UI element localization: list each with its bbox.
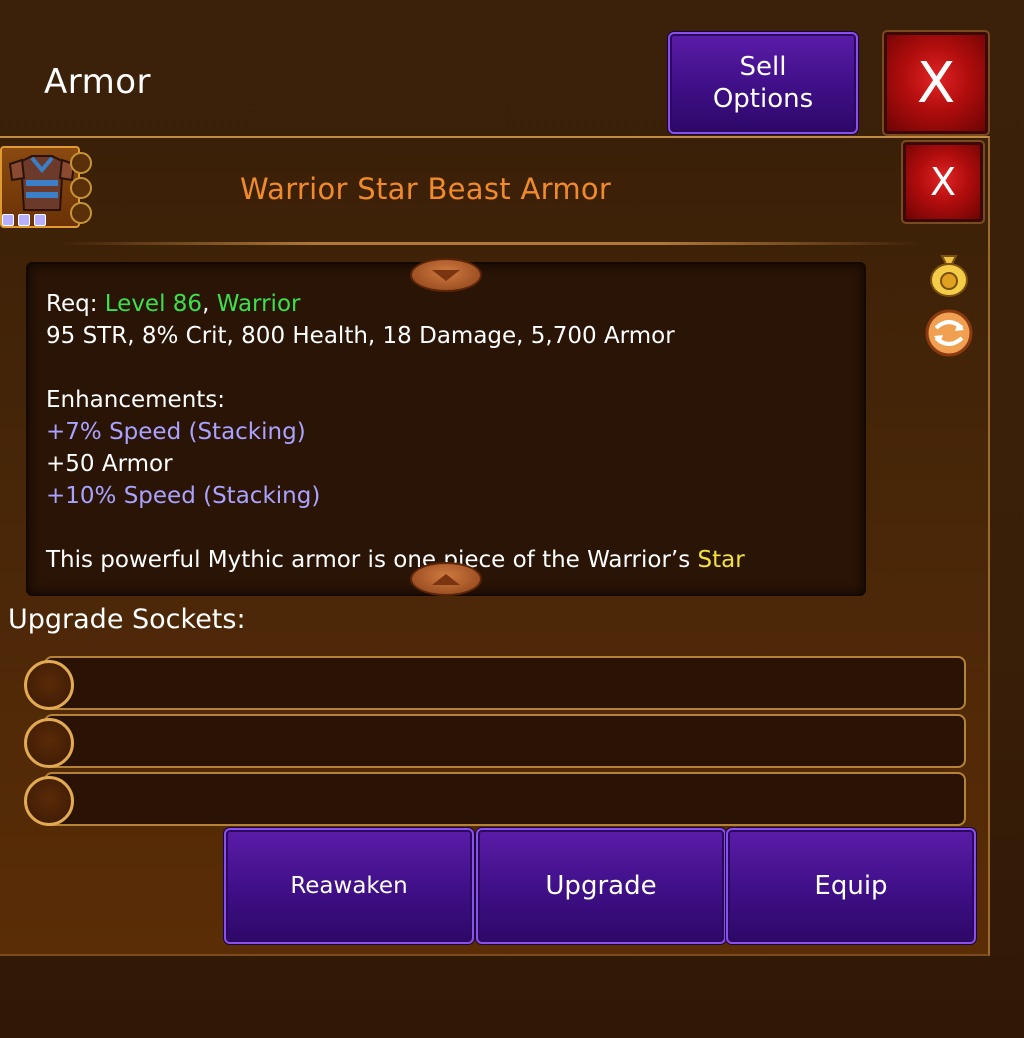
reawaken-button[interactable]: Reawaken xyxy=(224,828,474,944)
swap-icon[interactable] xyxy=(924,308,974,358)
armor-screen: Armor Sell Options X Warrior Star Beast … xyxy=(0,0,1024,1038)
upgrade-sockets-label: Upgrade Sockets: xyxy=(8,604,246,635)
enhancements-heading: Enhancements: xyxy=(46,387,226,413)
socket-slot[interactable] xyxy=(44,656,966,710)
gold-bag-icon[interactable] xyxy=(924,250,974,300)
req-class: Warrior xyxy=(216,291,301,317)
req-level: Level 86 xyxy=(104,291,203,317)
item-socket-dot xyxy=(70,202,92,224)
req-label: Req: xyxy=(46,291,105,317)
upgrade-button[interactable]: Upgrade xyxy=(476,828,726,944)
close-screen-button[interactable]: X xyxy=(882,30,990,136)
socket-slot[interactable] xyxy=(44,772,966,826)
close-icon: X xyxy=(916,50,956,116)
chevron-up-icon xyxy=(432,574,460,585)
item-name: Warrior Star Beast Armor xyxy=(240,172,612,206)
scroll-down-button[interactable] xyxy=(410,562,482,596)
chevron-down-icon xyxy=(432,270,460,281)
enhancement-item: +7% Speed (Stacking) xyxy=(46,419,306,445)
item-socket-dot xyxy=(70,177,92,199)
flavor-text: This powerful Mythic armor is one piece … xyxy=(46,547,698,573)
socket-icon xyxy=(24,660,74,710)
socket-icon xyxy=(24,776,74,826)
stats-line: 95 STR, 8% Crit, 800 Health, 18 Damage, … xyxy=(46,323,675,349)
socket-icon xyxy=(24,718,74,768)
rarity-gem xyxy=(34,214,46,226)
sell-options-button[interactable]: Sell Options xyxy=(668,32,858,134)
enhancement-item: +10% Speed (Stacking) xyxy=(46,483,321,509)
rarity-gem xyxy=(18,214,30,226)
req-separator: , xyxy=(202,291,217,317)
scroll-up-button[interactable] xyxy=(410,258,482,292)
item-socket-dot xyxy=(70,152,92,174)
equip-button[interactable]: Equip xyxy=(726,828,976,944)
close-item-button[interactable]: X xyxy=(901,140,985,224)
requirements-line: Req: Level 86, Warrior xyxy=(46,288,846,320)
rarity-gem xyxy=(2,214,14,226)
divider xyxy=(60,242,920,245)
item-description: Req: Level 86, Warrior 95 STR, 8% Crit, … xyxy=(46,288,846,576)
flavor-highlight: Star xyxy=(697,547,745,573)
page-title: Armor xyxy=(44,62,152,102)
enhancement-item: +50 Armor xyxy=(46,451,173,477)
close-icon: X xyxy=(929,160,957,204)
item-description-box[interactable]: Req: Level 86, Warrior 95 STR, 8% Crit, … xyxy=(26,262,866,596)
socket-slot[interactable] xyxy=(44,714,966,768)
